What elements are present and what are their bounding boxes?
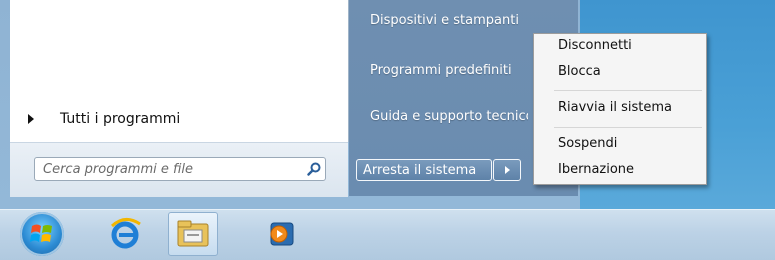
power-options-menu: Disconnetti Blocca Riavvia il sistema So…	[533, 33, 707, 185]
file-explorer-icon[interactable]	[168, 212, 218, 256]
all-programs-item[interactable]: Tutti i programmi	[22, 106, 332, 132]
help-support-item[interactable]: Guida e supporto tecnico	[370, 109, 528, 124]
devices-printers-item[interactable]: Dispositivi e stampanti	[370, 13, 528, 28]
menu-separator	[554, 90, 702, 91]
search-input[interactable]	[35, 159, 303, 179]
menu-item-sleep[interactable]: Sospendi	[558, 136, 617, 151]
internet-explorer-icon[interactable]	[100, 212, 150, 256]
search-icon[interactable]	[303, 158, 325, 180]
media-player-icon[interactable]	[256, 212, 306, 256]
menu-separator	[554, 127, 702, 128]
menu-item-hibernate[interactable]: Ibernazione	[558, 162, 634, 177]
menu-item-disconnect[interactable]: Disconnetti	[558, 38, 632, 53]
all-programs-label: Tutti i programmi	[60, 111, 181, 127]
shutdown-button[interactable]: Arresta il sistema	[356, 159, 492, 181]
default-programs-item[interactable]: Programmi predefiniti	[370, 63, 528, 78]
menu-item-lock[interactable]: Blocca	[558, 64, 601, 79]
menu-item-restart[interactable]: Riavvia il sistema	[558, 100, 672, 115]
arrow-right-icon	[28, 114, 34, 124]
search-box[interactable]	[34, 157, 326, 181]
shutdown-label: Arresta il sistema	[363, 162, 477, 178]
shutdown-options-button[interactable]	[493, 159, 521, 181]
arrow-right-icon	[504, 166, 510, 174]
windows-orb-icon[interactable]	[20, 212, 64, 256]
